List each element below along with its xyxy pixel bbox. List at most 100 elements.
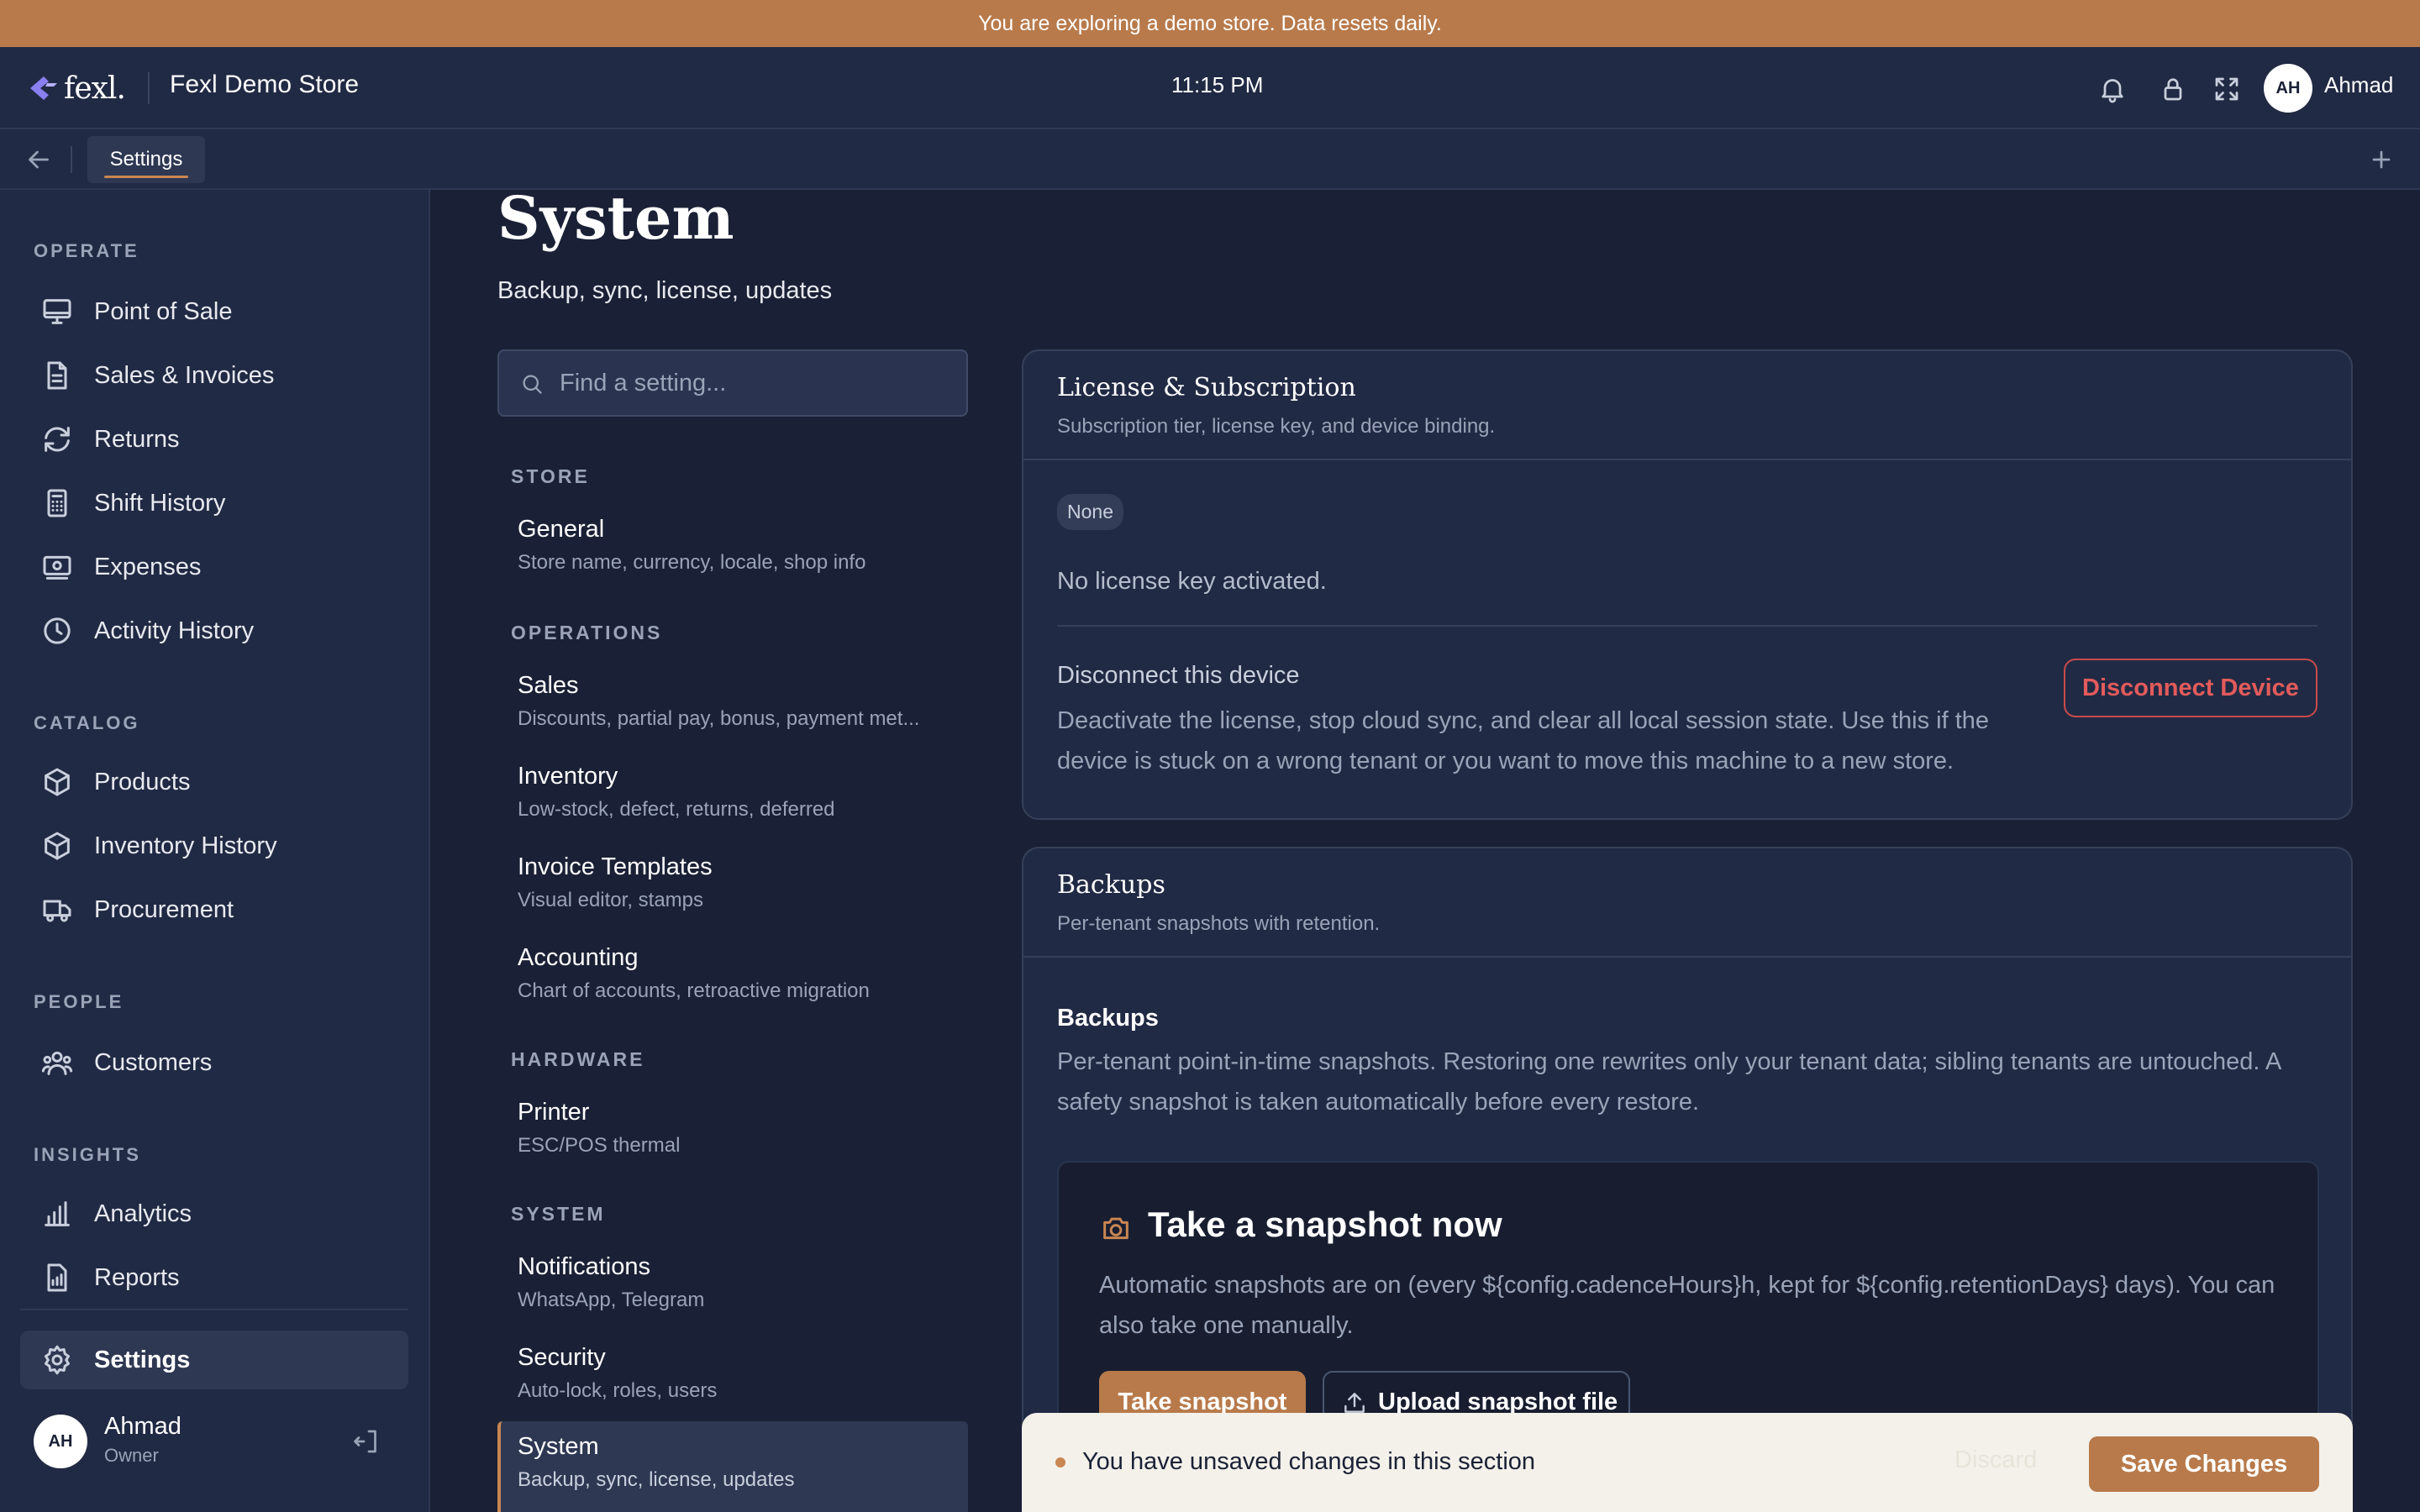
sidebar-item-label: Inventory History [94, 832, 277, 859]
card-header: Backups Per-tenant snapshots with retent… [1023, 848, 2351, 958]
tab-label: Settings [109, 148, 183, 171]
logo-text: fexl. [64, 71, 126, 106]
settings-item-desc: Backup, sync, license, updates [518, 1468, 795, 1491]
settings-search[interactable] [497, 349, 968, 417]
back-arrow-icon[interactable] [24, 144, 54, 175]
settings-category-system: SYSTEM [511, 1203, 606, 1225]
card-description: Per-tenant snapshots with retention. [1057, 912, 1381, 935]
box-icon [40, 765, 74, 799]
logo-mark-icon [30, 76, 57, 100]
search-input[interactable] [560, 363, 946, 403]
fullscreen-icon[interactable] [2212, 74, 2242, 104]
nav-section-catalog: CATALOG [34, 712, 140, 733]
refresh-icon [40, 423, 74, 456]
demo-banner-text: You are exploring a demo store. Data res… [978, 11, 1442, 35]
nav-section-operate: OPERATE [34, 240, 139, 261]
settings-item-invoice-templates[interactable]: Invoice Templates Visual editor, stamps [497, 842, 968, 929]
tab-bar: Settings [0, 129, 2420, 190]
sidebar-item-label: Analytics [94, 1200, 192, 1227]
settings-item-notifications[interactable]: Notifications WhatsApp, Telegram [497, 1242, 968, 1329]
settings-item-title: Inventory [518, 763, 618, 790]
page-title: System [497, 183, 734, 253]
user-name[interactable]: Ahmad [2324, 72, 2393, 98]
settings-item-title: Invoice Templates [518, 853, 713, 880]
topbar-divider [148, 72, 150, 104]
settings-item-system[interactable]: System Backup, sync, license, updates [497, 1421, 968, 1512]
sidebar-item-procurement[interactable]: Procurement [20, 880, 408, 939]
sidebar-item-reports[interactable]: Reports [20, 1248, 408, 1307]
settings-item-desc: Low-stock, defect, returns, deferred [518, 798, 835, 821]
sidebar-item-label: Expenses [94, 553, 202, 580]
lock-icon[interactable] [2158, 74, 2188, 104]
sidebar-divider [20, 1309, 408, 1310]
backups-section-title: Backups [1057, 1005, 1159, 1032]
disconnect-description: Deactivate the license, stop cloud sync,… [1057, 707, 1990, 774]
sidebar-item-returns[interactable]: Returns [20, 410, 408, 469]
card-description: Subscription tier, license key, and devi… [1057, 415, 1496, 438]
sidebar-item-label: Reports [94, 1263, 180, 1291]
sidebar: OPERATE Point of Sale Sales & Invoices R… [0, 190, 430, 1512]
sidebar-item-label: Shift History [94, 489, 226, 517]
tab-divider [71, 146, 72, 173]
card-title: License & Subscription [1057, 373, 1356, 402]
settings-item-desc: Visual editor, stamps [518, 889, 704, 911]
upload-button-label: Upload snapshot file [1378, 1388, 1618, 1415]
sidebar-item-sales-invoices[interactable]: Sales & Invoices [20, 346, 408, 405]
card-title: Backups [1057, 870, 1165, 900]
save-changes-button[interactable]: Save Changes [2089, 1436, 2319, 1492]
sidebar-item-settings[interactable]: Settings [20, 1331, 408, 1389]
report-icon [40, 1261, 74, 1294]
sidebar-item-customers[interactable]: Customers [20, 1033, 408, 1092]
settings-item-title: Printer [518, 1099, 590, 1126]
unsaved-indicator-dot [1055, 1457, 1065, 1467]
unsaved-changes-bar: You have unsaved changes in this section… [1022, 1413, 2353, 1512]
box-icon [40, 829, 74, 863]
sidebar-item-label: Activity History [94, 617, 255, 644]
settings-item-security[interactable]: Security Auto-lock, roles, users [497, 1332, 968, 1420]
settings-item-title: System [518, 1433, 599, 1460]
sidebar-item-inventory-history[interactable]: Inventory History [20, 816, 408, 875]
discard-button[interactable]: Discard [1954, 1446, 2037, 1474]
settings-item-desc: Store name, currency, locale, shop info [518, 551, 866, 574]
calculator-icon [40, 486, 74, 520]
settings-item-printer[interactable]: Printer ESC/POS thermal [497, 1087, 968, 1174]
sidebar-item-products[interactable]: Products [20, 753, 408, 811]
truck-icon [40, 893, 74, 927]
cash-icon [40, 550, 74, 584]
logout-icon[interactable] [351, 1426, 381, 1457]
tab-settings[interactable]: Settings [87, 136, 205, 183]
logo[interactable]: fexl. [27, 67, 126, 109]
sidebar-item-activity-history[interactable]: Activity History [20, 601, 408, 660]
unsaved-changes-text: You have unsaved changes in this section [1082, 1448, 1536, 1475]
new-tab-plus-icon[interactable] [2366, 144, 2396, 175]
snapshot-title: Take a snapshot now [1148, 1205, 1502, 1244]
search-icon [519, 371, 544, 396]
settings-category-operations: OPERATIONS [511, 622, 663, 643]
store-name: Fexl Demo Store [170, 71, 360, 98]
disconnect-device-button[interactable]: Disconnect Device [2064, 659, 2317, 717]
settings-item-title: Security [518, 1344, 606, 1371]
sidebar-item-point-of-sale[interactable]: Point of Sale [20, 282, 408, 341]
bar-chart-icon [40, 1197, 74, 1231]
settings-item-sales[interactable]: Sales Discounts, partial pay, bonus, pay… [497, 660, 968, 748]
settings-item-general[interactable]: General Store name, currency, locale, sh… [497, 504, 968, 591]
demo-banner: You are exploring a demo store. Data res… [0, 0, 2420, 47]
backups-section-description: Per-tenant point-in-time snapshots. Rest… [1057, 1048, 2281, 1116]
license-status: No license key activated. [1057, 568, 1327, 595]
user-avatar[interactable]: AH [2264, 64, 2312, 113]
settings-category-store: STORE [511, 465, 590, 487]
sidebar-item-shift-history[interactable]: Shift History [20, 474, 408, 533]
users-icon [40, 1046, 74, 1079]
settings-item-title: General [518, 516, 605, 543]
bell-icon[interactable] [2097, 74, 2128, 104]
settings-item-inventory[interactable]: Inventory Low-stock, defect, returns, de… [497, 751, 968, 838]
sidebar-item-expenses[interactable]: Expenses [20, 538, 408, 596]
settings-item-accounting[interactable]: Accounting Chart of accounts, retroactiv… [497, 932, 968, 1020]
settings-category-hardware: HARDWARE [511, 1048, 645, 1070]
sidebar-user-avatar[interactable]: AH [34, 1415, 87, 1468]
sidebar-item-label: Products [94, 768, 191, 795]
card-header: License & Subscription Subscription tier… [1023, 351, 2351, 460]
card-divider [1057, 625, 2317, 627]
sidebar-item-analytics[interactable]: Analytics [20, 1184, 408, 1243]
sidebar-item-label: Procurement [94, 895, 234, 923]
